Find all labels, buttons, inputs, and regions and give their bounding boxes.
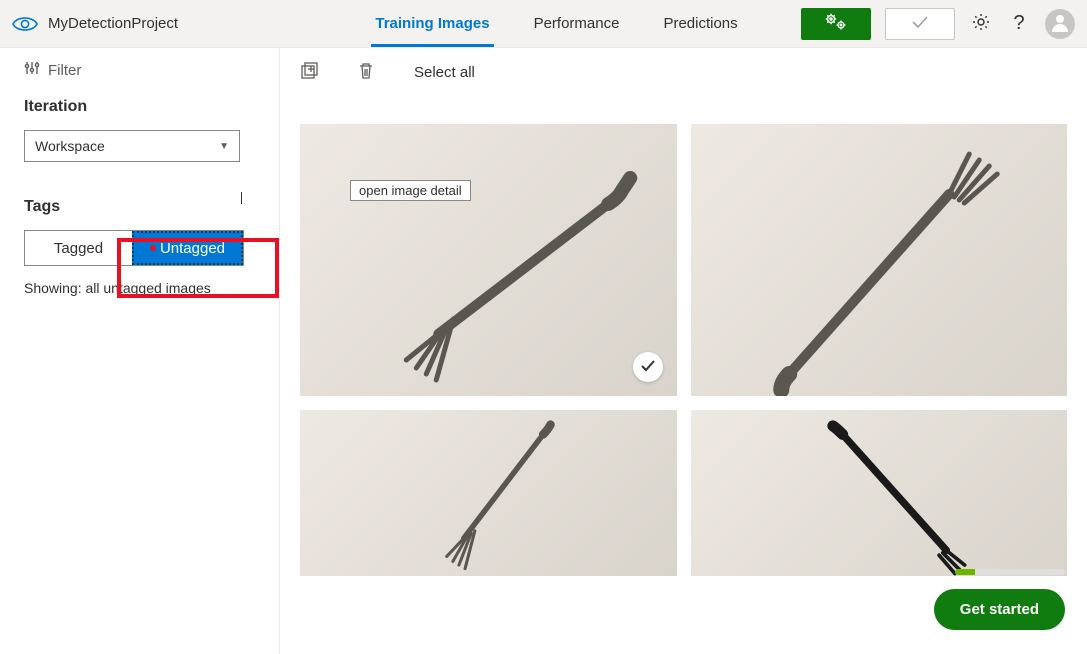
project-name: MyDetectionProject (48, 15, 178, 32)
gears-icon (823, 13, 849, 34)
header-left: MyDetectionProject (12, 15, 312, 33)
tag-filter-toggle: Tagged Untagged (24, 230, 244, 266)
iteration-value: Workspace (35, 138, 105, 154)
help-button[interactable]: ? (1007, 12, 1031, 36)
body: Filter Iteration Workspace ▼ Tags Tagged… (0, 48, 1087, 654)
train-button[interactable] (801, 8, 871, 40)
onboarding-widget: Get started (934, 569, 1065, 630)
tab-performance[interactable]: Performance (534, 0, 620, 47)
publish-button[interactable] (885, 8, 955, 40)
person-icon (1049, 11, 1071, 36)
filter-toggle[interactable]: Filter (24, 60, 255, 80)
image-content-icon (691, 410, 1068, 576)
check-icon (911, 15, 929, 32)
app-header: MyDetectionProject Training Images Perfo… (0, 0, 1087, 48)
tagged-segment[interactable]: Tagged (25, 231, 132, 265)
tab-training-images[interactable]: Training Images (375, 0, 489, 47)
image-content-icon (300, 124, 677, 396)
slider-tick (241, 192, 242, 204)
get-started-button[interactable]: Get started (934, 589, 1065, 630)
onboarding-progress (955, 569, 1065, 575)
vision-logo-icon (12, 15, 38, 33)
add-images-button[interactable] (300, 62, 318, 83)
sliders-icon (24, 60, 40, 80)
delete-button[interactable] (358, 62, 374, 83)
header-tabs: Training Images Performance Predictions (312, 0, 801, 47)
image-thumbnail[interactable]: open image detail (300, 124, 677, 396)
select-image-button[interactable] (633, 352, 663, 382)
help-icon: ? (1013, 12, 1024, 35)
user-avatar[interactable] (1045, 9, 1075, 39)
image-thumbnail[interactable] (300, 410, 677, 576)
tags-label: Tags (24, 198, 255, 216)
iteration-label: Iteration (24, 98, 255, 116)
untagged-segment[interactable]: Untagged (132, 231, 243, 265)
showing-text: Showing: all untagged images (24, 280, 255, 296)
image-content-icon (691, 124, 1068, 396)
image-toolbar: Select all (280, 48, 1087, 96)
image-thumbnail[interactable] (691, 410, 1068, 576)
image-thumbnail[interactable] (691, 124, 1068, 396)
chevron-down-icon: ▼ (219, 141, 229, 152)
main-panel: Select all open image detail (280, 48, 1087, 654)
header-right: ? (801, 8, 1075, 40)
settings-button[interactable] (969, 12, 993, 36)
tab-predictions[interactable]: Predictions (663, 0, 737, 47)
select-all-button[interactable]: Select all (414, 64, 475, 81)
sidebar: Filter Iteration Workspace ▼ Tags Tagged… (0, 48, 280, 654)
filter-label: Filter (48, 62, 81, 79)
check-icon (640, 359, 656, 376)
untagged-indicator-icon (150, 245, 156, 251)
image-content-icon (300, 410, 677, 576)
gear-icon (971, 12, 991, 35)
iteration-dropdown[interactable]: Workspace ▼ (24, 130, 240, 162)
untagged-label: Untagged (160, 240, 225, 257)
open-detail-tooltip: open image detail (350, 180, 471, 201)
image-grid: open image detail (280, 124, 1087, 576)
